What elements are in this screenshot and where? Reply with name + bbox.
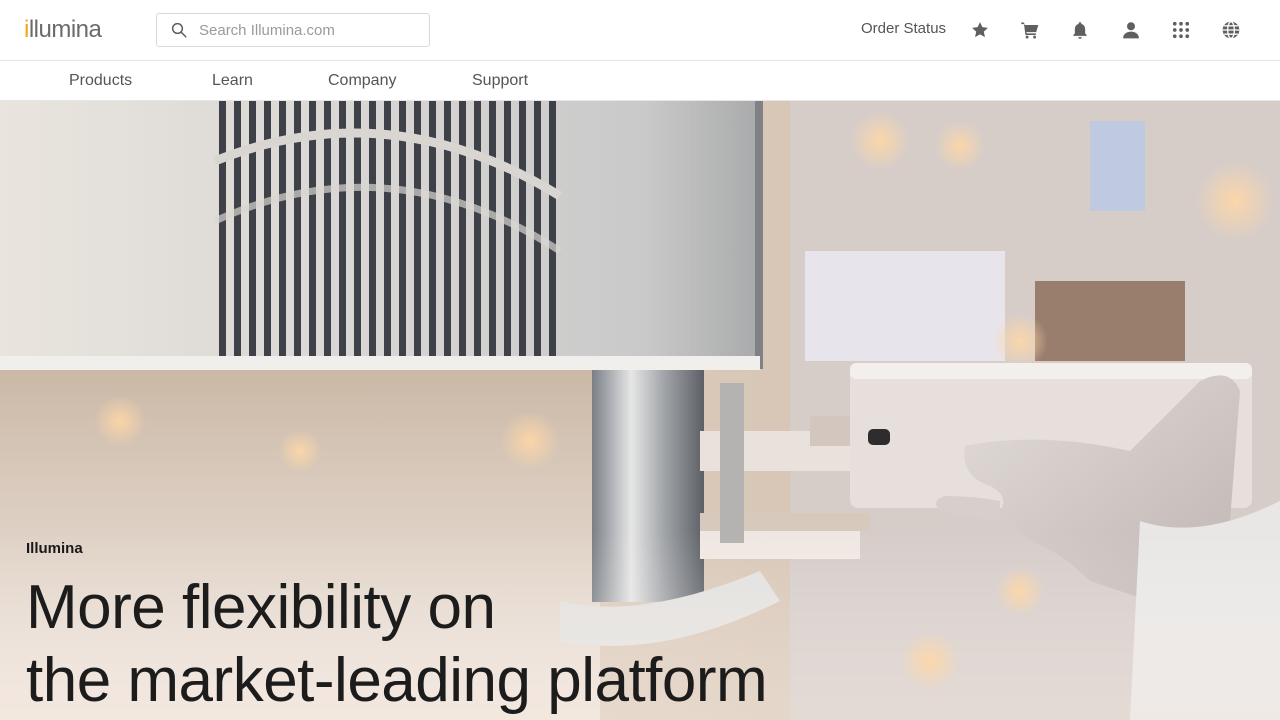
user-icon: [1123, 22, 1139, 39]
nav-item-learn[interactable]: Learn: [212, 72, 253, 90]
nav-item-support[interactable]: Support: [472, 72, 528, 90]
search-input[interactable]: [199, 21, 409, 39]
star-icon: [972, 22, 988, 38]
top-header: illumina Order Status: [0, 0, 1280, 61]
logo-wordmark: llumina: [28, 16, 102, 43]
hero-banner: Illumina More flexibility on the market-…: [0, 101, 1280, 720]
search-icon[interactable]: [170, 21, 188, 39]
globe-icon: [1222, 21, 1240, 39]
cart-icon: [1021, 22, 1039, 39]
hero-text-block: Illumina More flexibility on the market-…: [26, 540, 768, 717]
language-button[interactable]: [1220, 19, 1242, 41]
nav-item-company[interactable]: Company: [328, 72, 396, 90]
notifications-button[interactable]: [1069, 19, 1091, 41]
apps-grid-icon: [1172, 21, 1190, 39]
hero-eyebrow: Illumina: [26, 540, 83, 557]
apps-menu-button[interactable]: [1170, 19, 1192, 41]
hero-headline: More flexibility on the market-leading p…: [26, 571, 768, 717]
hero-headline-line-1: More flexibility on: [26, 573, 496, 642]
order-status-link[interactable]: Order Status: [861, 20, 946, 37]
account-button[interactable]: [1120, 19, 1142, 41]
search-box: [156, 13, 430, 47]
main-nav: Products Learn Company Support: [0, 61, 1280, 101]
hero-headline-line-2: the market-leading platform: [26, 646, 768, 715]
illumina-logo[interactable]: i llumina: [24, 16, 102, 44]
cart-button[interactable]: [1019, 19, 1041, 41]
nav-item-products[interactable]: Products: [69, 72, 132, 90]
bell-icon: [1073, 22, 1087, 39]
favorites-button[interactable]: [969, 19, 991, 41]
